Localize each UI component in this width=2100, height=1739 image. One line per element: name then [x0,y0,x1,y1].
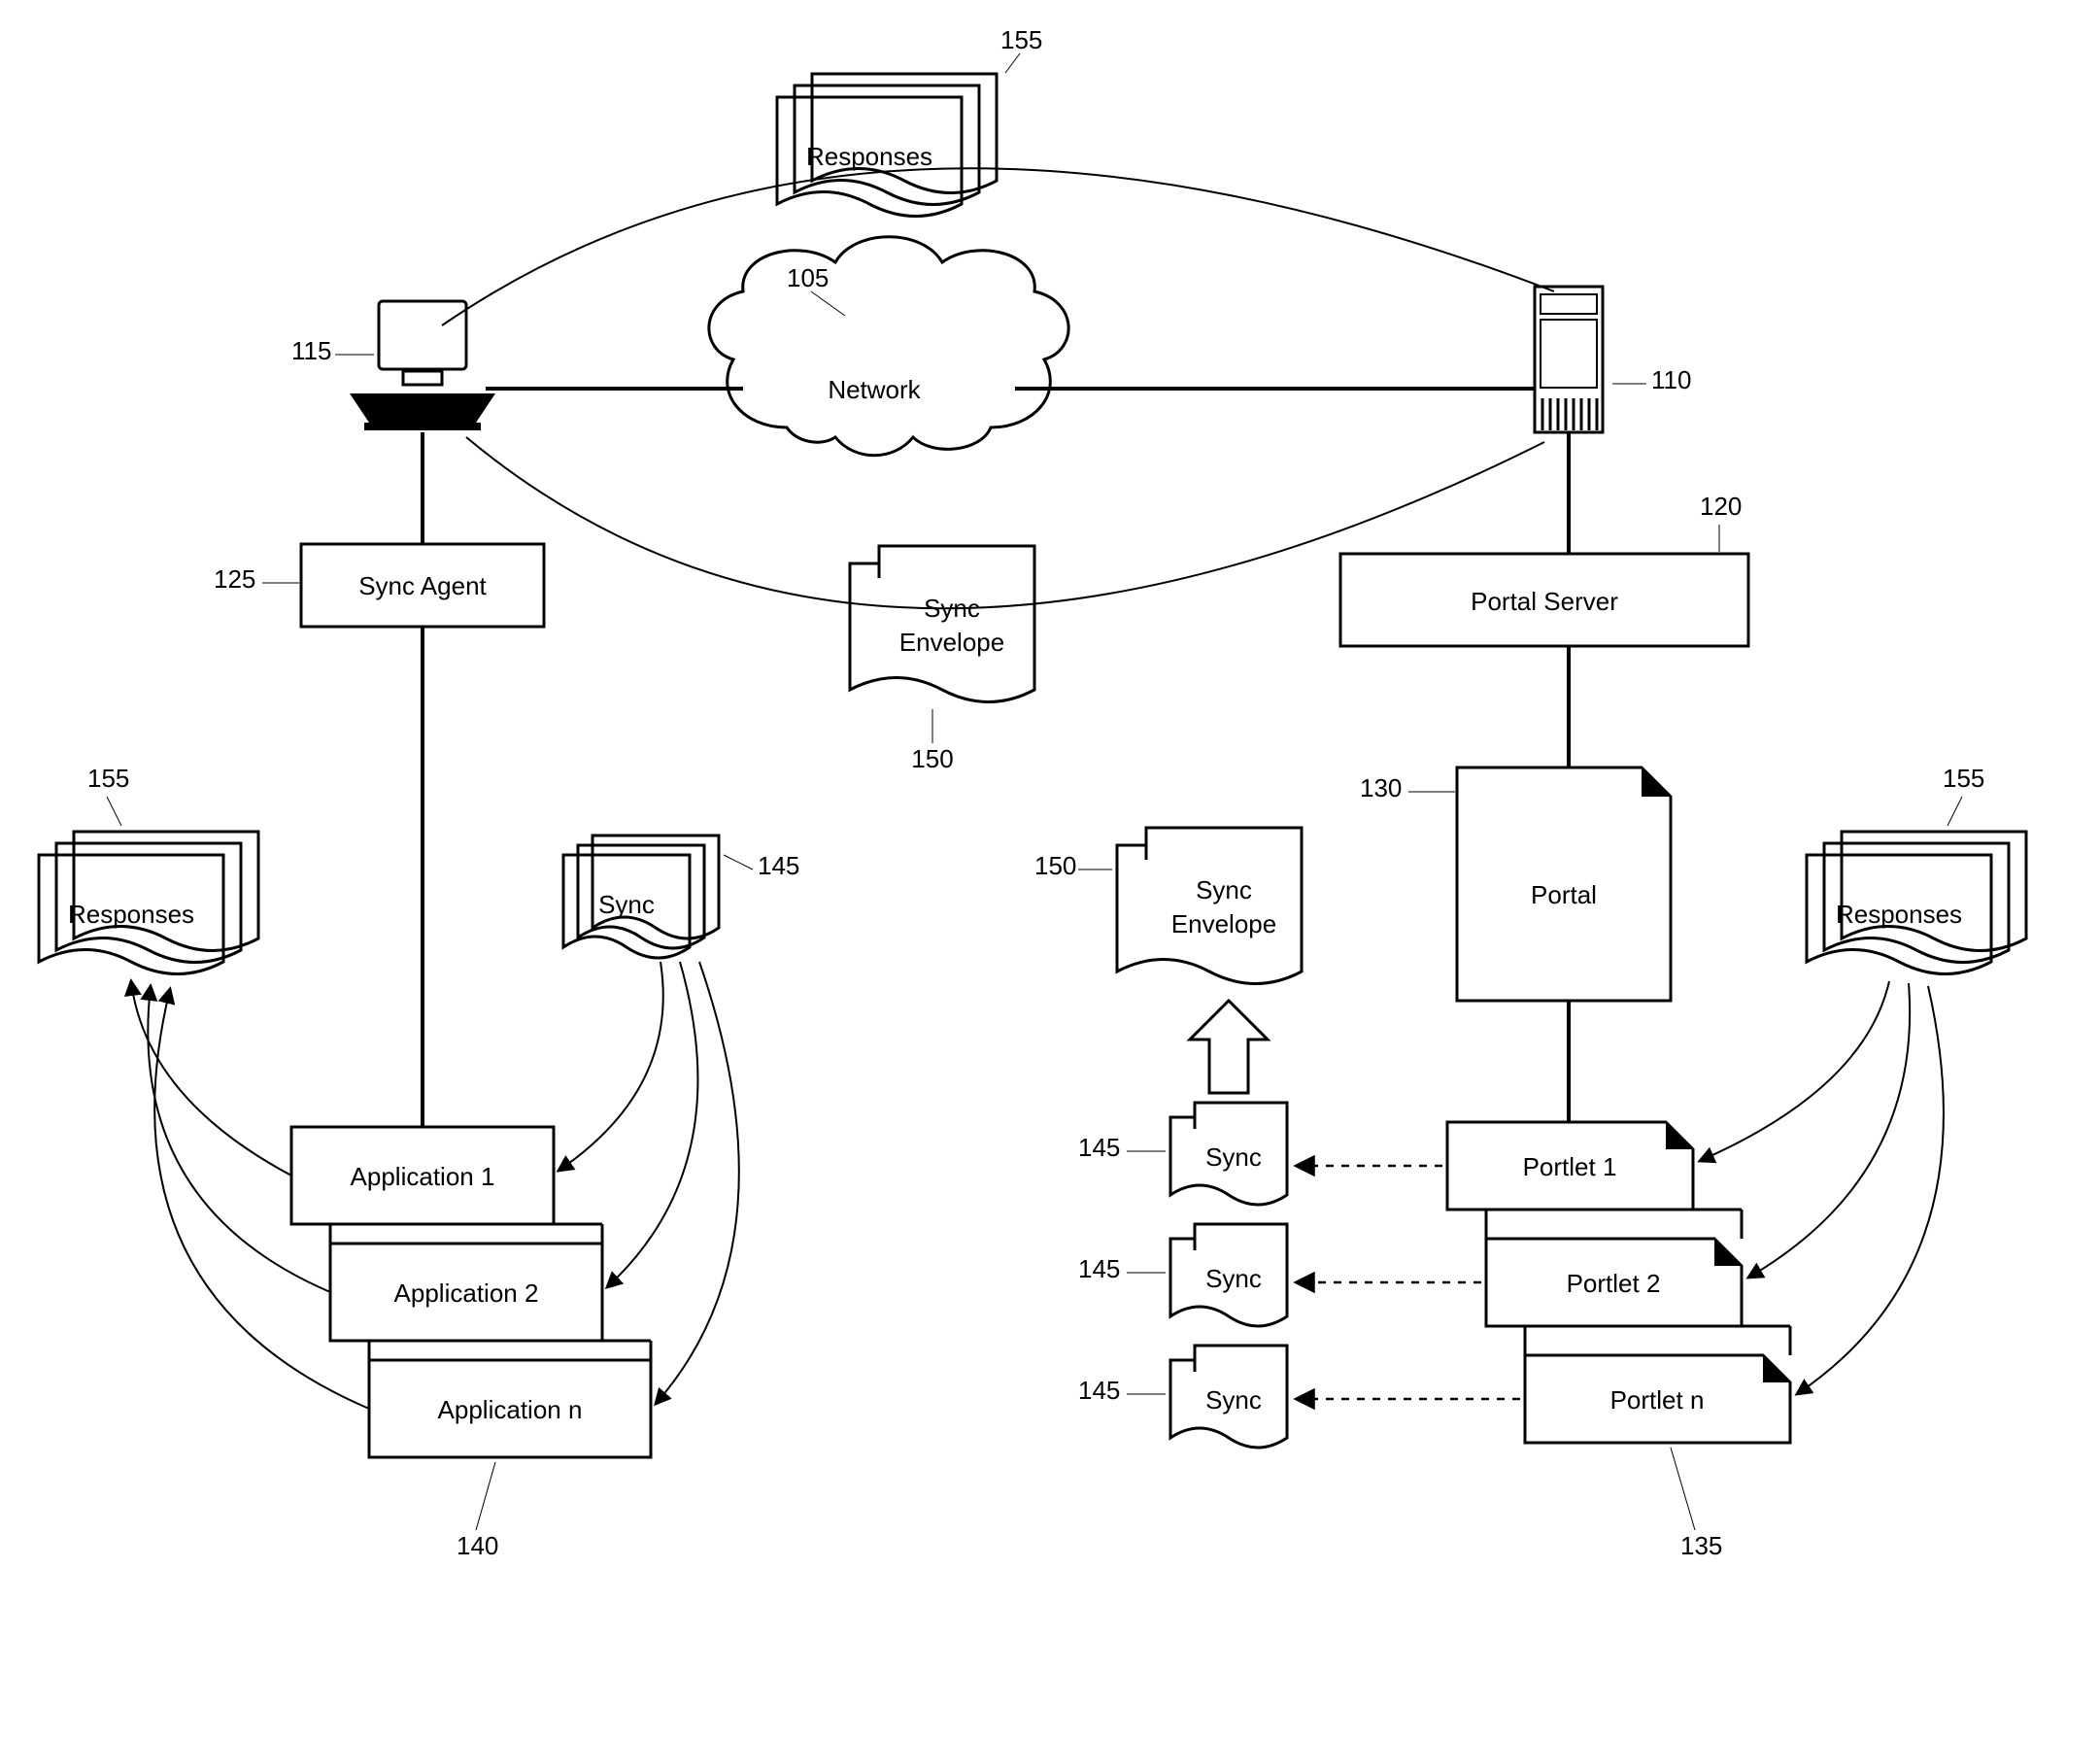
ref-130: 130 [1360,773,1402,802]
portletn-label: Portlet n [1610,1385,1705,1415]
app1-label: Application 1 [351,1162,495,1191]
ref-110: 110 [1651,365,1691,394]
portal-document: Portal [1457,767,1671,1001]
arrow-appn-responses [154,989,369,1409]
block-arrow-up-icon [1190,1001,1268,1093]
ref-140: 140 [457,1531,498,1560]
sync-left-stack: Sync [563,835,719,958]
diagram-canvas: Network 105 115 110 Responses 155 Sync E… [0,0,2100,1739]
ref-155-right: 155 [1943,764,1984,793]
svg-text:Sync: Sync [1205,1385,1262,1415]
app2-label: Application 2 [394,1279,539,1308]
portlet2-label: Portlet 2 [1567,1269,1661,1298]
ref-150-right: 150 [1034,851,1076,880]
arc-top [442,168,1554,325]
arrow-sync-app1 [559,962,663,1171]
sync-portlet-1: Sync [1170,1103,1287,1205]
portlet1-label: Portlet 1 [1523,1152,1617,1181]
portal-server-label: Portal Server [1471,587,1618,616]
svg-text:Sync: Sync [1205,1142,1262,1172]
ref-115: 115 [291,336,331,365]
svg-text:Sync: Sync [1205,1264,1262,1293]
arrow-resp-portletn [1797,986,1944,1394]
sync-portlet-n: Sync [1170,1346,1287,1448]
network-cloud: Network [709,237,1068,456]
ref-145-left: 145 [758,851,799,880]
network-label: Network [828,375,921,404]
ref-125: 125 [214,564,255,594]
arrow-sync-app2 [607,962,697,1287]
ref-155-top: 155 [1000,25,1042,54]
svg-text:Envelope: Envelope [1171,909,1276,938]
responses-left-label: Responses [68,900,194,929]
sync-portlet-2: Sync [1170,1224,1287,1326]
server-icon [1535,287,1603,432]
portlets-stack: Portlet 1 Portlet 2 Portlet n [1447,1122,1790,1443]
client-computer-icon [350,301,495,430]
arrow-sync-appn [656,962,739,1404]
ref-145-a: 145 [1078,1133,1120,1162]
arrow-resp-portlet1 [1700,981,1889,1161]
sync-agent-label: Sync Agent [358,571,487,600]
responses-top-stack: Responses [777,74,997,217]
appn-label: Application n [438,1395,583,1424]
sync-left-label: Sync [598,890,655,919]
portal-label: Portal [1531,880,1597,909]
responses-right-stack: Responses [1807,832,2026,974]
ref-145-b: 145 [1078,1254,1120,1283]
sync-envelope-l2: Envelope [899,628,1004,657]
arc-bottom [466,437,1544,608]
svg-text:Sync: Sync [1196,875,1252,904]
ref-155-left: 155 [87,764,129,793]
responses-left-stack: Responses [39,832,258,974]
arrow-app2-responses [148,986,330,1292]
sync-envelope-right: Sync Envelope [1117,828,1302,984]
ref-150-center: 150 [911,744,953,773]
sync-envelope-center: Sync Envelope [850,546,1034,702]
responses-top-label: Responses [806,142,932,171]
applications-stack: Application 1 Application 2 Application … [291,1127,651,1457]
ref-145-c: 145 [1078,1376,1120,1405]
arrow-resp-portlet2 [1748,983,1910,1278]
ref-135: 135 [1680,1531,1722,1560]
ref-120: 120 [1700,492,1742,521]
responses-right-label: Responses [1836,900,1962,929]
ref-105: 105 [787,263,829,292]
